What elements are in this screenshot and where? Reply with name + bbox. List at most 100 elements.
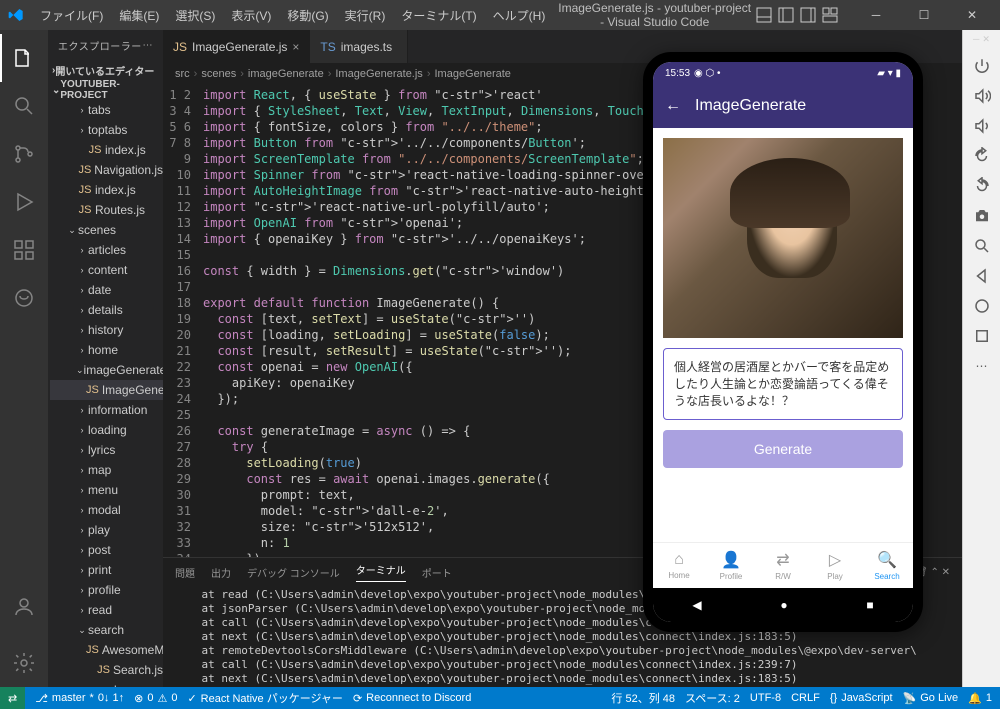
cursor-position[interactable]: 行 52、列 48: [611, 690, 675, 706]
volume-down-icon[interactable]: [969, 113, 995, 139]
layout-right-icon[interactable]: [800, 7, 816, 23]
settings-activity[interactable]: [0, 639, 48, 687]
phone-tab-profile[interactable]: 👤Profile: [705, 543, 757, 588]
tree-folder[interactable]: ›play: [50, 520, 163, 540]
rn-packager[interactable]: ✓ React Native パッケージャー: [187, 690, 342, 706]
menu-item[interactable]: 表示(V): [223, 5, 279, 27]
problems-indicator[interactable]: ⊗ 0 ⚠ 0: [134, 692, 177, 705]
more-horiz-icon[interactable]: ⋯: [969, 353, 995, 379]
zoom-icon[interactable]: [969, 233, 995, 259]
tree-folder[interactable]: ›sneakers: [50, 680, 163, 687]
extensions-activity[interactable]: [0, 226, 48, 274]
tree-folder[interactable]: ›content: [50, 260, 163, 280]
editor-tab[interactable]: TSimages.ts: [310, 30, 408, 63]
panel-tab[interactable]: デバッグ コンソール: [247, 565, 340, 580]
tree-folder[interactable]: ›menu: [50, 480, 163, 500]
nav-home-icon[interactable]: ●: [780, 598, 787, 612]
menu-item[interactable]: 編集(E): [111, 5, 167, 27]
tree-folder[interactable]: ›read: [50, 600, 163, 620]
menu-item[interactable]: 移動(G): [279, 5, 336, 27]
camera-icon[interactable]: [969, 203, 995, 229]
search-activity[interactable]: [0, 82, 48, 130]
menu-item[interactable]: ヘルプ(H): [485, 5, 554, 27]
encoding[interactable]: UTF-8: [750, 692, 781, 704]
phone-tab-search[interactable]: 🔍Search: [861, 543, 913, 588]
explorer-activity[interactable]: [0, 34, 48, 82]
tree-folder[interactable]: ›profile: [50, 580, 163, 600]
nav-overview-icon[interactable]: ■: [866, 598, 873, 612]
nav-back-icon[interactable]: ◀: [692, 598, 701, 612]
editor-tab[interactable]: JSImageGenerate.js×: [163, 30, 310, 63]
more-icon[interactable]: ⋯: [143, 40, 154, 51]
prompt-input[interactable]: 個人経営の居酒屋とかバーで客を品定めしたり人生論とか恋愛論語ってくる偉そうな店長…: [663, 348, 903, 420]
tree-folder[interactable]: ›lyrics: [50, 440, 163, 460]
phone-tab-play[interactable]: ▷Play: [809, 543, 861, 588]
tree-folder[interactable]: ⌄imageGenerate: [50, 360, 163, 380]
tree-folder[interactable]: ›toptabs: [50, 120, 163, 140]
home-circle-icon[interactable]: [969, 293, 995, 319]
tree-folder[interactable]: ›map: [50, 460, 163, 480]
close-icon[interactable]: ×: [292, 40, 299, 54]
layout-sidebar-icon[interactable]: [778, 7, 794, 23]
panel-tab[interactable]: ポート: [422, 565, 452, 580]
tree-folder[interactable]: ›details: [50, 300, 163, 320]
debug-activity[interactable]: [0, 178, 48, 226]
volume-up-icon[interactable]: [969, 83, 995, 109]
menu-item[interactable]: ファイル(F): [32, 5, 111, 27]
project-section[interactable]: ⌄ YOUTUBER-PROJECT: [48, 80, 163, 100]
back-triangle-icon[interactable]: [969, 263, 995, 289]
breadcrumb-item[interactable]: scenes: [201, 68, 236, 80]
tree-file[interactable]: JSNavigation.js: [50, 160, 163, 180]
breadcrumb-item[interactable]: src: [175, 68, 190, 80]
indentation[interactable]: スペース: 2: [685, 690, 740, 706]
layout-panel-icon[interactable]: [756, 7, 772, 23]
minimize-button[interactable]: ─: [856, 8, 896, 22]
phone-tab-home[interactable]: ⌂Home: [653, 543, 705, 588]
accounts-activity[interactable]: [0, 583, 48, 631]
panel-tab[interactable]: ターミナル: [356, 562, 406, 582]
tree-file[interactable]: JSindex.js: [50, 140, 163, 160]
copilot-activity[interactable]: [0, 274, 48, 322]
rotate-right-icon[interactable]: [969, 173, 995, 199]
power-icon[interactable]: [969, 53, 995, 79]
tree-folder[interactable]: ›home: [50, 340, 163, 360]
tree-file[interactable]: JSindex.js: [50, 180, 163, 200]
tree-folder[interactable]: ›print: [50, 560, 163, 580]
open-editors-section[interactable]: › 開いているエディター: [48, 60, 163, 80]
emu-minimize[interactable]: ─: [973, 34, 979, 45]
tree-file[interactable]: JSSearch.js: [50, 660, 163, 680]
tree-file[interactable]: JSAwesomeModal.js: [50, 640, 163, 660]
tree-folder[interactable]: ›tabs: [50, 100, 163, 120]
tree-file[interactable]: JSImageGenerate.js: [50, 380, 163, 400]
tree-folder[interactable]: ›loading: [50, 420, 163, 440]
maximize-button[interactable]: ☐: [904, 8, 944, 22]
tree-folder[interactable]: ›date: [50, 280, 163, 300]
tree-folder[interactable]: ›articles: [50, 240, 163, 260]
language-mode[interactable]: {} JavaScript: [830, 692, 893, 704]
tree-folder[interactable]: ›modal: [50, 500, 163, 520]
discord-status[interactable]: ⟳ Reconnect to Discord: [353, 692, 471, 705]
scm-activity[interactable]: [0, 130, 48, 178]
tree-folder[interactable]: ›post: [50, 540, 163, 560]
generate-button[interactable]: Generate: [663, 430, 903, 468]
emu-close[interactable]: ✕: [982, 34, 990, 45]
notifications[interactable]: 🔔 1: [968, 692, 992, 705]
rotate-left-icon[interactable]: [969, 143, 995, 169]
layout-custom-icon[interactable]: [822, 7, 838, 23]
menu-item[interactable]: 選択(S): [167, 5, 223, 27]
breadcrumb-item[interactable]: ImageGenerate.js: [335, 68, 422, 80]
layout-controls[interactable]: [756, 7, 838, 23]
remote-indicator[interactable]: ⇄: [0, 687, 25, 709]
tree-folder[interactable]: ›history: [50, 320, 163, 340]
eol[interactable]: CRLF: [791, 692, 820, 704]
phone-tab-r/w[interactable]: ⇄R/W: [757, 543, 809, 588]
menu-item[interactable]: ターミナル(T): [393, 5, 484, 27]
close-button[interactable]: ✕: [952, 8, 992, 22]
tree-folder[interactable]: ⌄search: [50, 620, 163, 640]
tree-file[interactable]: JSRoutes.js: [50, 200, 163, 220]
branch-indicator[interactable]: ⎇ master* 0↓ 1↑: [35, 692, 124, 705]
panel-tab[interactable]: 問題: [175, 565, 195, 580]
menu-item[interactable]: 実行(R): [337, 5, 394, 27]
breadcrumb-item[interactable]: imageGenerate: [248, 68, 324, 80]
breadcrumb-item[interactable]: ImageGenerate: [434, 68, 510, 80]
